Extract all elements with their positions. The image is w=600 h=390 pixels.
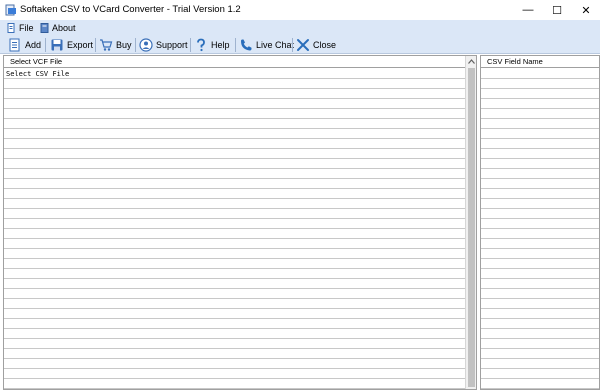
toolbar-separator bbox=[135, 38, 136, 52]
add-button[interactable]: Add bbox=[8, 36, 41, 53]
add-icon bbox=[9, 38, 20, 51]
scroll-thumb[interactable] bbox=[468, 68, 475, 387]
toolbar-separator bbox=[45, 38, 46, 52]
menu-item-about[interactable]: About bbox=[40, 21, 76, 34]
close-window-button[interactable]: ✕ bbox=[572, 0, 600, 20]
app-icon bbox=[5, 4, 16, 16]
toolbar-separator bbox=[190, 38, 191, 52]
help-label: Help bbox=[211, 39, 230, 50]
scroll-up-button[interactable] bbox=[466, 56, 476, 67]
live-chat-button[interactable]: Live Chat bbox=[239, 36, 294, 53]
export-icon bbox=[51, 39, 63, 50]
menu-file-label: File bbox=[19, 22, 34, 33]
close-icon: ✕ bbox=[581, 4, 591, 17]
support-button[interactable]: Support bbox=[139, 36, 188, 53]
maximize-icon: ☐ bbox=[552, 4, 562, 17]
list-rows bbox=[4, 69, 465, 389]
cart-icon bbox=[100, 38, 113, 51]
close-button[interactable]: Close bbox=[296, 36, 336, 53]
help-icon bbox=[197, 38, 205, 51]
column-header-csv-field[interactable]: CSV Field Name bbox=[481, 56, 599, 68]
export-button[interactable]: Export bbox=[50, 36, 93, 53]
vertical-scrollbar[interactable] bbox=[465, 56, 476, 389]
close-label: Close bbox=[313, 39, 337, 50]
buy-button[interactable]: Buy bbox=[99, 36, 132, 53]
help-button[interactable]: Help bbox=[194, 36, 230, 53]
toolbar-separator bbox=[95, 38, 96, 52]
live-chat-label: Live Chat bbox=[256, 39, 295, 50]
column-header-select-vcf[interactable]: Select VCF File bbox=[4, 56, 466, 68]
maximize-button[interactable]: ☐ bbox=[543, 0, 571, 20]
menu-bar: File About bbox=[0, 20, 600, 35]
about-icon bbox=[40, 22, 49, 33]
vcf-file-list[interactable]: Select VCF File Select CSV File bbox=[3, 55, 477, 390]
toolbar-separator bbox=[292, 38, 293, 52]
title-bar: Softaken CSV to VCard Converter - Trial … bbox=[0, 0, 600, 20]
close-x-icon bbox=[297, 38, 309, 51]
list-item[interactable]: Select CSV File bbox=[6, 70, 69, 78]
phone-icon bbox=[241, 39, 252, 50]
minimize-icon: — bbox=[522, 4, 534, 16]
minimize-button[interactable]: — bbox=[514, 0, 542, 20]
chevron-up-icon bbox=[467, 59, 475, 64]
menu-item-file[interactable]: File bbox=[7, 21, 34, 34]
add-label: Add bbox=[25, 39, 42, 50]
buy-label: Buy bbox=[116, 39, 132, 50]
list-rows bbox=[481, 69, 599, 389]
support-icon bbox=[139, 37, 153, 52]
window-title: Softaken CSV to VCard Converter - Trial … bbox=[20, 4, 241, 15]
toolbar: Add Export Buy Support Help Live Chat Cl… bbox=[0, 35, 600, 54]
csv-field-list[interactable]: CSV Field Name bbox=[480, 55, 600, 390]
menu-about-label: About bbox=[52, 22, 76, 33]
support-label: Support bbox=[156, 39, 188, 50]
export-label: Export bbox=[67, 39, 94, 50]
file-icon bbox=[7, 22, 15, 33]
toolbar-separator bbox=[235, 38, 236, 52]
